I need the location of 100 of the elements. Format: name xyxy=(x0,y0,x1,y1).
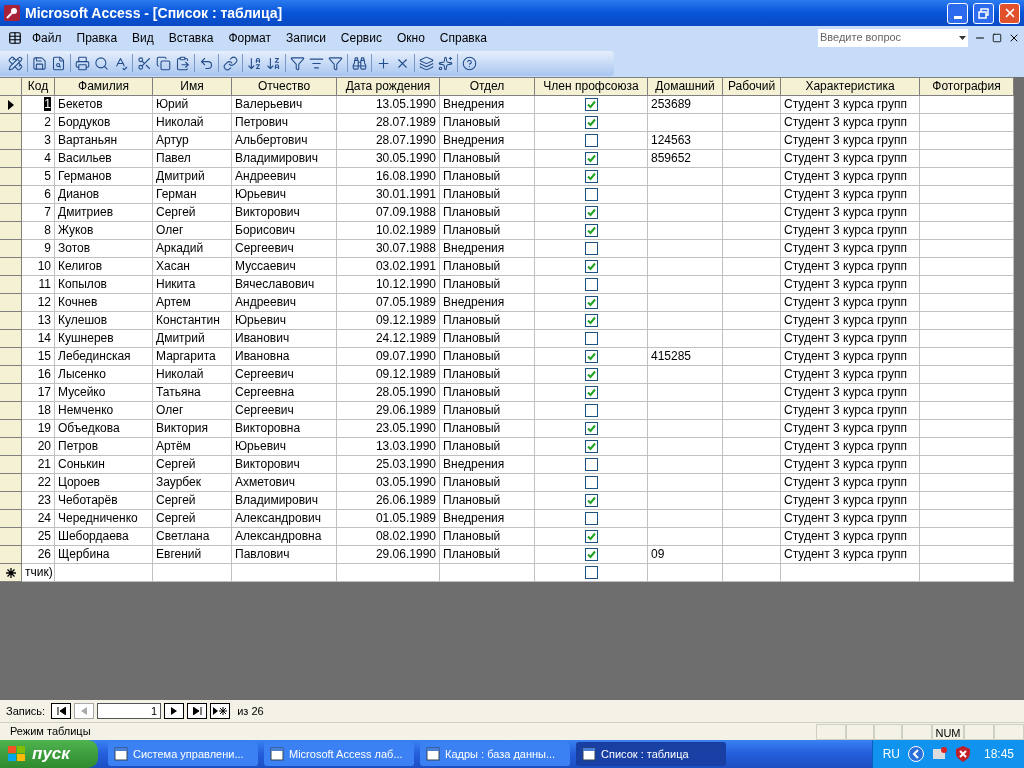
last-record-icon[interactable] xyxy=(192,707,202,715)
row-selector[interactable] xyxy=(0,96,22,114)
funnel-icon[interactable] xyxy=(328,55,343,71)
find-icon[interactable] xyxy=(352,55,367,71)
save-icon[interactable] xyxy=(32,55,47,71)
column-header[interactable]: Код xyxy=(22,78,55,96)
checkbox[interactable] xyxy=(584,116,598,130)
column-header[interactable]: Фамилия xyxy=(55,78,153,96)
menu-item[interactable]: Сервис xyxy=(340,28,382,47)
column-header[interactable]: Рабочий xyxy=(723,78,781,96)
preview-icon[interactable] xyxy=(51,55,66,71)
checkbox[interactable] xyxy=(584,188,598,202)
taskbar-button[interactable]: Microsoft Access лаб... xyxy=(264,742,414,766)
design-view-icon[interactable] xyxy=(8,55,23,71)
dropdown-icon[interactable] xyxy=(959,35,966,40)
checkbox[interactable] xyxy=(584,458,598,472)
checkbox[interactable] xyxy=(584,476,598,490)
restore-icon[interactable] xyxy=(978,7,989,19)
taskbar-button[interactable]: Кадры : база данны... xyxy=(420,742,570,766)
checkbox[interactable] xyxy=(584,494,598,508)
checkbox[interactable] xyxy=(584,422,598,436)
new-object-icon[interactable] xyxy=(438,55,453,71)
checkbox[interactable] xyxy=(584,440,598,454)
checkbox[interactable] xyxy=(584,368,598,382)
column-header[interactable]: Имя xyxy=(153,78,232,96)
paste-icon[interactable] xyxy=(175,55,190,71)
table-cell xyxy=(723,258,781,276)
checkbox[interactable] xyxy=(584,134,598,148)
restore-icon[interactable] xyxy=(992,32,1002,43)
menu-item[interactable]: Правка xyxy=(76,28,118,47)
next-record-button[interactable] xyxy=(164,703,185,719)
taskbar-button[interactable]: Список : таблица xyxy=(576,742,726,766)
column-header[interactable]: Отдел xyxy=(440,78,535,96)
menu-item[interactable]: Записи xyxy=(286,28,326,47)
menu-item[interactable]: Формат xyxy=(228,28,272,47)
minimize-button[interactable] xyxy=(947,2,968,24)
link-icon[interactable] xyxy=(223,55,238,71)
table-cell: Жуков xyxy=(55,222,153,240)
column-header[interactable]: Отчество xyxy=(232,78,337,96)
checkbox[interactable] xyxy=(584,548,598,562)
record-number-field[interactable]: 1 xyxy=(97,703,162,719)
table-cell: Студент 3 курса групп xyxy=(781,222,920,240)
next-icon[interactable] xyxy=(171,707,178,715)
checkbox[interactable] xyxy=(584,260,598,274)
column-header[interactable]: Член профсоюза xyxy=(535,78,648,96)
cut-icon[interactable] xyxy=(137,55,152,71)
checkbox[interactable] xyxy=(584,512,598,526)
checkbox[interactable] xyxy=(584,566,598,580)
row-selector[interactable] xyxy=(0,564,22,582)
column-header[interactable]: Дата рождения xyxy=(337,78,440,96)
table-cell: Плановый xyxy=(440,222,535,240)
table-cell: 13 xyxy=(22,312,55,330)
sort-descending-icon[interactable] xyxy=(266,55,281,71)
shield-icon[interactable] xyxy=(955,746,970,762)
new-record-icon[interactable] xyxy=(376,55,391,71)
print-preview-icon[interactable] xyxy=(94,55,109,71)
last-record-button[interactable] xyxy=(187,703,208,719)
table-cell: 17 xyxy=(22,384,55,402)
column-header[interactable]: Характеристика xyxy=(781,78,920,96)
checkbox[interactable] xyxy=(584,386,598,400)
table-cell: Николай xyxy=(153,366,232,384)
table-cell: 01.05.1989 xyxy=(337,510,440,528)
restore-button[interactable] xyxy=(973,2,994,24)
menu-item[interactable]: Файл xyxy=(32,28,62,47)
menu-item[interactable]: Вставка xyxy=(168,28,214,47)
help-icon[interactable] xyxy=(462,55,477,71)
sort-ascending-icon[interactable] xyxy=(247,55,262,71)
table-cell: Студент 3 курса групп xyxy=(781,186,920,204)
taskbar-button[interactable]: Система управлени... xyxy=(108,742,258,766)
new-record-icon[interactable] xyxy=(213,707,228,715)
checkbox[interactable] xyxy=(584,404,598,418)
table-cell: Дианов xyxy=(55,186,153,204)
chevron-left-icon[interactable] xyxy=(907,746,924,762)
print-icon[interactable] xyxy=(75,55,90,71)
column-header[interactable]: Фотография xyxy=(920,78,1014,96)
undo-icon[interactable] xyxy=(199,55,214,71)
menu-item[interactable]: Окно xyxy=(396,28,425,47)
checkbox[interactable] xyxy=(584,296,598,310)
checkbox[interactable] xyxy=(584,332,598,346)
table-cell: Васильев xyxy=(55,150,153,168)
menu-item[interactable]: Справка xyxy=(439,28,487,47)
checkbox[interactable] xyxy=(584,530,598,544)
checkbox[interactable] xyxy=(584,152,598,166)
checkbox[interactable] xyxy=(584,278,598,292)
checkbox[interactable] xyxy=(584,170,598,184)
checkbox[interactable] xyxy=(584,224,598,238)
checkbox[interactable] xyxy=(584,242,598,256)
new-record-button[interactable] xyxy=(210,703,231,719)
checkbox[interactable] xyxy=(584,314,598,328)
checkbox[interactable] xyxy=(584,350,598,364)
first-record-button[interactable] xyxy=(51,703,72,719)
filter-icon[interactable] xyxy=(290,55,305,71)
spelling-icon[interactable] xyxy=(113,55,128,71)
help-search-field[interactable]: Введите вопрос xyxy=(818,28,968,47)
checkbox[interactable] xyxy=(584,206,598,220)
menu-item[interactable]: Вид xyxy=(132,28,154,47)
column-header[interactable]: Домашний xyxy=(648,78,723,96)
copy-icon[interactable] xyxy=(156,55,171,71)
first-record-icon[interactable] xyxy=(56,707,66,715)
checkbox[interactable] xyxy=(584,98,598,112)
